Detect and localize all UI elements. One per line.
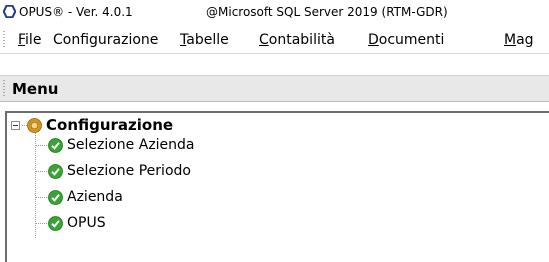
opus-app-icon bbox=[3, 5, 16, 18]
menu-bar: File Configurazione Tabelle Contabilità … bbox=[0, 26, 549, 54]
green-check-icon bbox=[48, 164, 63, 179]
tree-item-selezione-periodo[interactable]: Selezione Periodo bbox=[67, 163, 191, 180]
green-check-icon bbox=[48, 138, 63, 153]
menu-magazzino[interactable]: Mag bbox=[504, 26, 534, 54]
tree-item-selezione-azienda[interactable]: Selezione Azienda bbox=[67, 137, 195, 154]
green-check-icon bbox=[48, 216, 63, 231]
menu-tabelle[interactable]: Tabelle bbox=[180, 26, 229, 54]
green-check-icon bbox=[48, 190, 63, 205]
menu-documenti[interactable]: Documenti bbox=[368, 26, 444, 54]
tree-connector bbox=[36, 171, 48, 172]
menubar-grip[interactable] bbox=[3, 31, 5, 49]
menu-configurazione[interactable]: Configurazione bbox=[53, 26, 158, 54]
window-title: OPUS® - Ver. 4.0.1 bbox=[19, 5, 133, 19]
gear-orange-icon bbox=[27, 118, 42, 133]
tree-connector bbox=[36, 197, 48, 198]
menu-tree-panel: Configurazione Selezione Azienda Selezio… bbox=[5, 111, 549, 262]
tree-root-label[interactable]: Configurazione bbox=[46, 117, 173, 134]
server-info: @Microsoft SQL Server 2019 (RTM-GDR) bbox=[206, 5, 448, 19]
collapse-toggle-icon[interactable] bbox=[11, 121, 20, 130]
menu-contabilita[interactable]: Contabilità bbox=[259, 26, 335, 54]
header-grip[interactable] bbox=[3, 80, 5, 98]
tree-item-azienda[interactable]: Azienda bbox=[67, 189, 123, 206]
tree-connector bbox=[36, 145, 48, 146]
tree-item-opus[interactable]: OPUS bbox=[67, 215, 106, 232]
menu-file[interactable]: File bbox=[18, 26, 41, 54]
title-bar: OPUS® - Ver. 4.0.1 @Microsoft SQL Server… bbox=[0, 0, 549, 26]
panel-title: Menu bbox=[12, 80, 59, 98]
menu-panel-header: Menu bbox=[0, 75, 549, 102]
tree-connector bbox=[36, 223, 48, 224]
